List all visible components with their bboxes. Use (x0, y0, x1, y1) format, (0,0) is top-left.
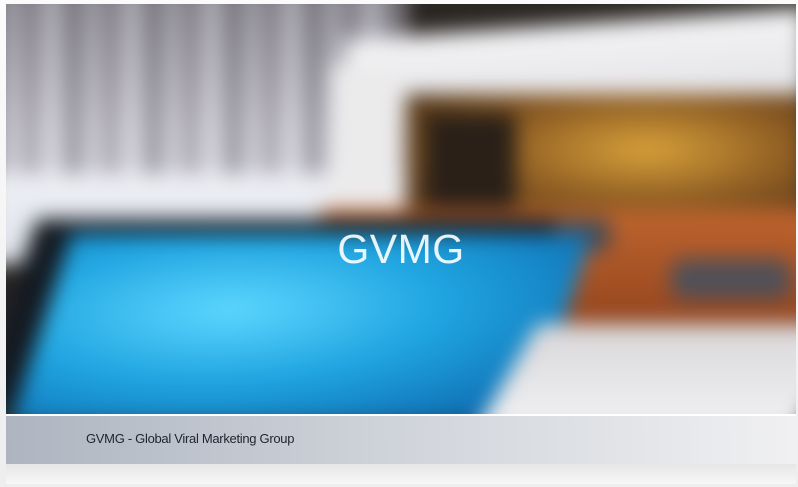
hero-image[interactable]: GVMG (6, 4, 796, 414)
slide-caption[interactable]: GVMG - Global Viral Marketing Group (86, 431, 294, 446)
house-wall (331, 64, 401, 224)
house-interior-shadow (426, 114, 516, 224)
bottom-strip (6, 464, 796, 484)
photo-background (6, 4, 796, 414)
slider-frame: GVMG GVMG - Global Viral Marketing Group (0, 0, 798, 487)
slide-title: GVMG (337, 226, 465, 272)
